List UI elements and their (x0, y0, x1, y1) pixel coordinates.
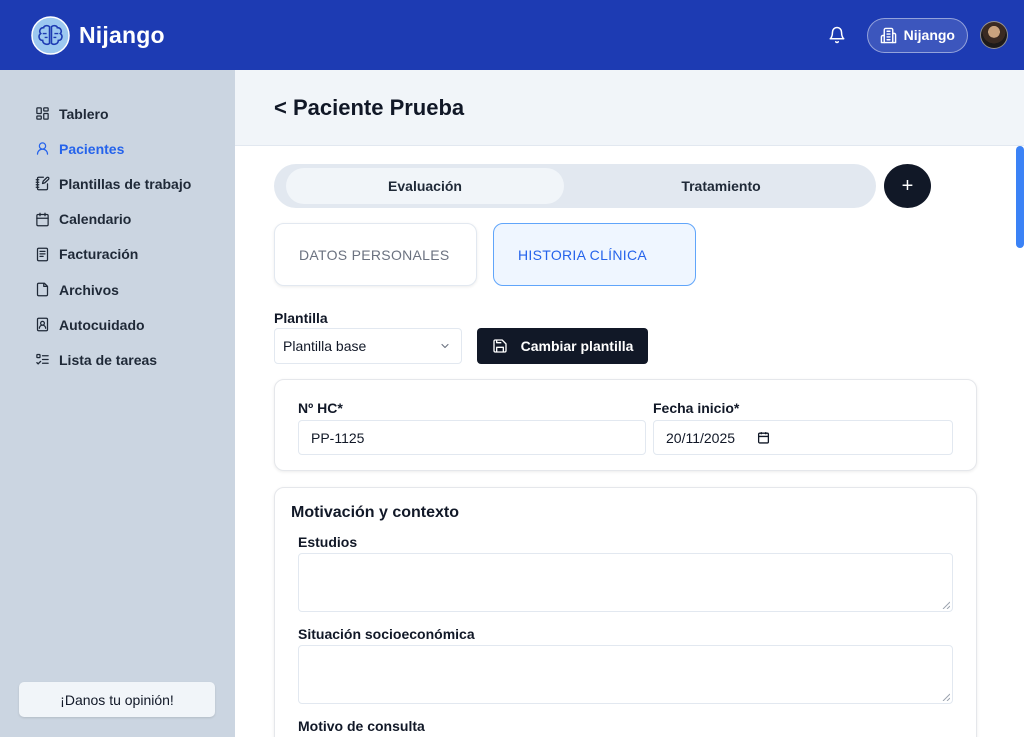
hc-label: Nº HC* (298, 400, 343, 416)
notebook-pen-icon (35, 177, 50, 191)
template-label: Plantilla (274, 310, 328, 326)
consultation-reason-label: Motivo de consulta (298, 718, 425, 734)
header-actions: Nijango (828, 17, 1008, 53)
avatar[interactable] (980, 21, 1008, 49)
resize-grip-icon[interactable] (942, 693, 950, 701)
sidebar-item-label: Lista de tareas (59, 351, 158, 368)
page-title[interactable]: < Paciente Prueba (274, 95, 464, 121)
sidebar-item-label: Pacientes (59, 140, 125, 157)
motivation-card: Motivación y contexto Estudios Situación… (274, 487, 977, 737)
user-icon (36, 142, 49, 156)
top-bar: Nijango Nijango (0, 0, 1024, 70)
template-select-value: Plantilla base (283, 338, 367, 354)
bell-icon[interactable] (828, 26, 846, 44)
sidebar-item-lista-de-tareas[interactable]: Lista de tareas (0, 342, 235, 377)
sidebar-item-label: Autocuidado (59, 316, 145, 333)
tab-evaluacion[interactable]: Evaluación (286, 168, 564, 204)
sidebar-item-calendario[interactable]: Calendario (0, 202, 235, 237)
sidebar-item-label: Calendario (59, 211, 132, 228)
sidebar-item-label: Plantillas de trabajo (59, 175, 192, 192)
sidebar: Tablero Pacientes Plantillas de trabajo … (0, 70, 235, 737)
brand-name: Nijango (79, 21, 165, 48)
contact-card-icon (36, 317, 49, 332)
main-scrollbar[interactable] (1016, 146, 1024, 248)
start-date-value: 20/11/2025 (666, 429, 736, 446)
main-content: Evaluación Tratamiento + DATOS PERSONALE… (235, 146, 1024, 737)
chevron-down-icon (441, 343, 449, 349)
save-icon (492, 339, 507, 353)
subtab-datos-personales[interactable]: DATOS PERSONALES (274, 223, 477, 286)
studies-textarea[interactable] (298, 553, 953, 612)
hc-value: PP-1125 (311, 429, 365, 446)
organization-label: Nijango (903, 27, 955, 43)
resize-grip-icon[interactable] (942, 601, 950, 609)
add-button[interactable]: + (884, 164, 931, 208)
subtab-historia-clinica[interactable]: HISTORIA CLÍNICA (493, 223, 696, 286)
receipt-icon (36, 247, 49, 262)
sidebar-item-plantillas[interactable]: Plantillas de trabajo (0, 166, 235, 201)
calendar-icon[interactable] (757, 431, 770, 444)
feedback-button[interactable]: ¡Danos tu opinión! (19, 682, 215, 717)
template-select[interactable]: Plantilla base (274, 328, 462, 364)
hc-input[interactable]: PP-1125 (298, 420, 646, 455)
file-icon (36, 282, 49, 297)
organization-button[interactable]: Nijango (866, 17, 968, 53)
sidebar-item-pacientes[interactable]: Pacientes (0, 131, 235, 166)
list-todo-icon (36, 354, 49, 366)
page-header: < Paciente Prueba (235, 70, 1024, 146)
building-icon (880, 27, 896, 43)
socioeconomic-label: Situación socioeconómica (298, 626, 475, 642)
brand[interactable]: Nijango (31, 15, 165, 55)
brain-logo-icon (31, 15, 70, 55)
start-date-input[interactable]: 20/11/2025 (653, 420, 953, 455)
sidebar-item-label: Tablero (59, 105, 109, 122)
tab-bar: Evaluación Tratamiento (274, 164, 876, 208)
start-date-label: Fecha inicio* (653, 400, 740, 416)
motivation-title: Motivación y contexto (291, 504, 460, 521)
record-card: Nº HC* PP-1125 Fecha inicio* 20/11/2025 (274, 379, 977, 471)
sidebar-item-facturacion[interactable]: Facturación (0, 237, 235, 272)
sidebar-item-label: Archivos (59, 281, 119, 298)
change-template-label: Cambiar plantilla (520, 338, 634, 354)
calendar-icon (36, 212, 49, 227)
sidebar-nav: Tablero Pacientes Plantillas de trabajo … (0, 70, 235, 378)
sidebar-item-autocuidado[interactable]: Autocuidado (0, 307, 235, 342)
change-template-button[interactable]: Cambiar plantilla (477, 328, 648, 364)
sidebar-item-label: Facturación (59, 246, 139, 263)
sidebar-item-archivos[interactable]: Archivos (0, 272, 235, 307)
socioeconomic-textarea[interactable] (298, 645, 953, 704)
studies-label: Estudios (298, 534, 358, 550)
dashboard-icon (36, 107, 49, 120)
tab-tratamiento[interactable]: Tratamiento (582, 168, 860, 204)
sidebar-item-tablero[interactable]: Tablero (0, 96, 235, 131)
